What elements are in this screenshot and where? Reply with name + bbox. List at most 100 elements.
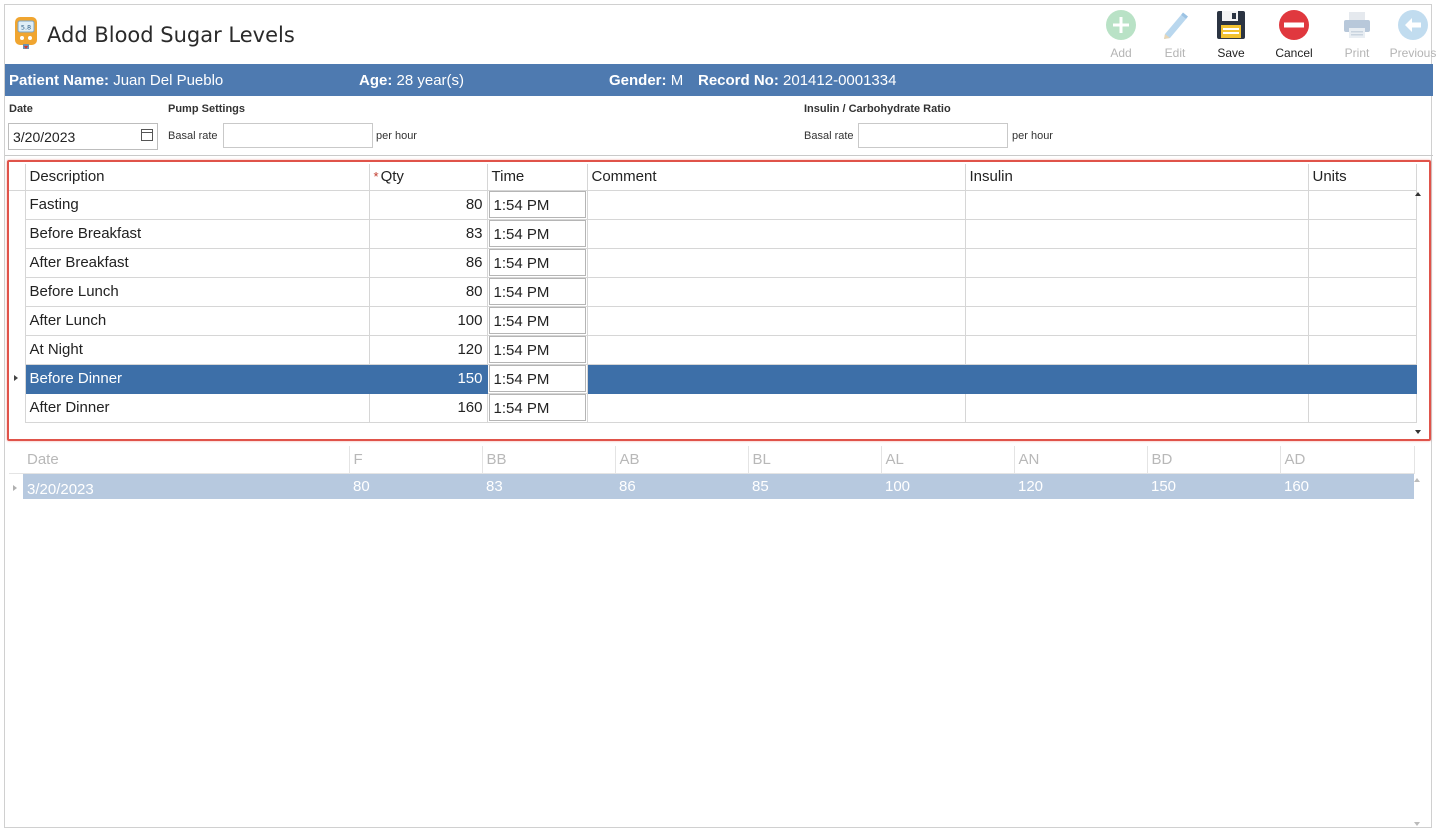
print-button[interactable]: Print: [1329, 7, 1385, 65]
summary-row[interactable]: 3/20/2023 80 83 86 85 100 120 150 160: [9, 473, 1414, 499]
cell-comment[interactable]: [586, 247, 966, 278]
summary-header-bb[interactable]: BB: [482, 446, 616, 474]
save-button[interactable]: Save: [1203, 7, 1259, 65]
summary-header-f[interactable]: F: [349, 446, 483, 474]
cell-insulin[interactable]: [964, 392, 1309, 423]
cell-units[interactable]: [1307, 392, 1417, 423]
scroll-up-icon[interactable]: [1415, 192, 1421, 196]
cell-description[interactable]: Before Breakfast: [24, 218, 370, 249]
cell-time[interactable]: 1:54 PM: [486, 189, 588, 220]
row-indicator[interactable]: [9, 393, 26, 422]
summary-cell-al[interactable]: 100: [881, 473, 1014, 499]
cell-units[interactable]: [1307, 363, 1417, 394]
time-input[interactable]: 1:54 PM: [488, 191, 586, 218]
row-indicator[interactable]: [9, 219, 26, 248]
column-header-time[interactable]: Time: [486, 164, 588, 191]
cell-comment[interactable]: [586, 189, 966, 220]
cell-comment[interactable]: [586, 363, 966, 394]
cell-time[interactable]: 1:54 PM: [486, 392, 588, 423]
time-input[interactable]: 1:54 PM: [488, 365, 586, 392]
cell-qty[interactable]: 86: [368, 247, 488, 278]
cell-description[interactable]: After Lunch: [24, 305, 370, 336]
cell-insulin[interactable]: [964, 218, 1309, 249]
cell-description[interactable]: At Night: [24, 334, 370, 365]
summary-cell-ab[interactable]: 86: [615, 473, 748, 499]
table-row[interactable]: After Breakfast 86 1:54 PM: [9, 247, 1417, 278]
summary-header-bd[interactable]: BD: [1147, 446, 1281, 474]
cell-comment[interactable]: [586, 218, 966, 249]
table-row[interactable]: Before Dinner 150 1:54 PM: [9, 363, 1417, 394]
time-input[interactable]: 1:54 PM: [488, 394, 586, 421]
summary-cell-bl[interactable]: 85: [748, 473, 881, 499]
table-row[interactable]: At Night 120 1:54 PM: [9, 334, 1417, 365]
column-header-description[interactable]: Description: [24, 164, 370, 191]
cell-time[interactable]: 1:54 PM: [486, 363, 588, 394]
cell-insulin[interactable]: [964, 247, 1309, 278]
row-indicator[interactable]: [9, 190, 26, 219]
summary-scrollbar[interactable]: [1413, 478, 1423, 826]
summary-header-date[interactable]: Date: [23, 446, 350, 474]
cell-units[interactable]: [1307, 334, 1417, 365]
time-input[interactable]: 1:54 PM: [488, 307, 586, 334]
time-input[interactable]: 1:54 PM: [488, 220, 586, 247]
summary-scroll-up-icon[interactable]: [1414, 478, 1420, 482]
column-header-comment[interactable]: Comment: [586, 164, 966, 191]
cell-description[interactable]: After Breakfast: [24, 247, 370, 278]
calendar-icon[interactable]: [141, 129, 153, 141]
table-row[interactable]: After Dinner 160 1:54 PM: [9, 392, 1417, 423]
table-row[interactable]: Before Lunch 80 1:54 PM: [9, 276, 1417, 307]
scroll-down-icon[interactable]: [1415, 430, 1421, 434]
summary-cell-bd[interactable]: 150: [1147, 473, 1280, 499]
cancel-button[interactable]: Cancel: [1266, 7, 1322, 65]
readings-scrollbar[interactable]: [1413, 192, 1425, 434]
cell-units[interactable]: [1307, 276, 1417, 307]
cell-qty[interactable]: 120: [368, 334, 488, 365]
cell-units[interactable]: [1307, 305, 1417, 336]
summary-cell-ad[interactable]: 160: [1280, 473, 1414, 499]
summary-cell-f[interactable]: 80: [349, 473, 482, 499]
cell-qty[interactable]: 160: [368, 392, 488, 423]
time-input[interactable]: 1:54 PM: [488, 278, 586, 305]
cell-description[interactable]: Before Dinner: [24, 363, 370, 394]
table-row[interactable]: After Lunch 100 1:54 PM: [9, 305, 1417, 336]
cell-time[interactable]: 1:54 PM: [486, 276, 588, 307]
cell-units[interactable]: [1307, 247, 1417, 278]
summary-header-al[interactable]: AL: [881, 446, 1015, 474]
row-indicator[interactable]: [9, 277, 26, 306]
table-row[interactable]: Before Breakfast 83 1:54 PM: [9, 218, 1417, 249]
cell-insulin[interactable]: [964, 276, 1309, 307]
summary-header-ab[interactable]: AB: [615, 446, 749, 474]
row-indicator[interactable]: [9, 335, 26, 364]
ratio-basal-rate-input[interactable]: [858, 123, 1008, 148]
date-picker[interactable]: 3/20/2023: [8, 123, 158, 150]
summary-cell-date[interactable]: 3/20/2023: [23, 473, 349, 499]
cell-qty[interactable]: 80: [368, 189, 488, 220]
row-indicator[interactable]: [9, 306, 26, 335]
time-input[interactable]: 1:54 PM: [488, 249, 586, 276]
cell-units[interactable]: [1307, 189, 1417, 220]
cell-comment[interactable]: [586, 392, 966, 423]
cell-qty[interactable]: 150: [368, 363, 488, 394]
row-indicator[interactable]: [9, 364, 26, 393]
cell-comment[interactable]: [586, 276, 966, 307]
summary-cell-bb[interactable]: 83: [482, 473, 615, 499]
summary-cell-an[interactable]: 120: [1014, 473, 1147, 499]
summary-row-indicator[interactable]: [9, 473, 23, 499]
cell-qty[interactable]: 100: [368, 305, 488, 336]
column-header-units[interactable]: Units: [1307, 164, 1417, 191]
cell-description[interactable]: After Dinner: [24, 392, 370, 423]
cell-time[interactable]: 1:54 PM: [486, 247, 588, 278]
cell-units[interactable]: [1307, 218, 1417, 249]
cell-insulin[interactable]: [964, 334, 1309, 365]
column-header-insulin[interactable]: Insulin: [964, 164, 1309, 191]
cell-time[interactable]: 1:54 PM: [486, 334, 588, 365]
summary-scroll-down-icon[interactable]: [1414, 822, 1420, 826]
cell-time[interactable]: 1:54 PM: [486, 305, 588, 336]
cell-insulin[interactable]: [964, 189, 1309, 220]
cell-comment[interactable]: [586, 334, 966, 365]
add-button[interactable]: Add: [1093, 7, 1149, 65]
summary-header-bl[interactable]: BL: [748, 446, 882, 474]
pump-basal-rate-input[interactable]: [223, 123, 373, 148]
column-header-qty[interactable]: * Qty: [368, 164, 488, 191]
previous-button[interactable]: Previous: [1385, 7, 1437, 65]
